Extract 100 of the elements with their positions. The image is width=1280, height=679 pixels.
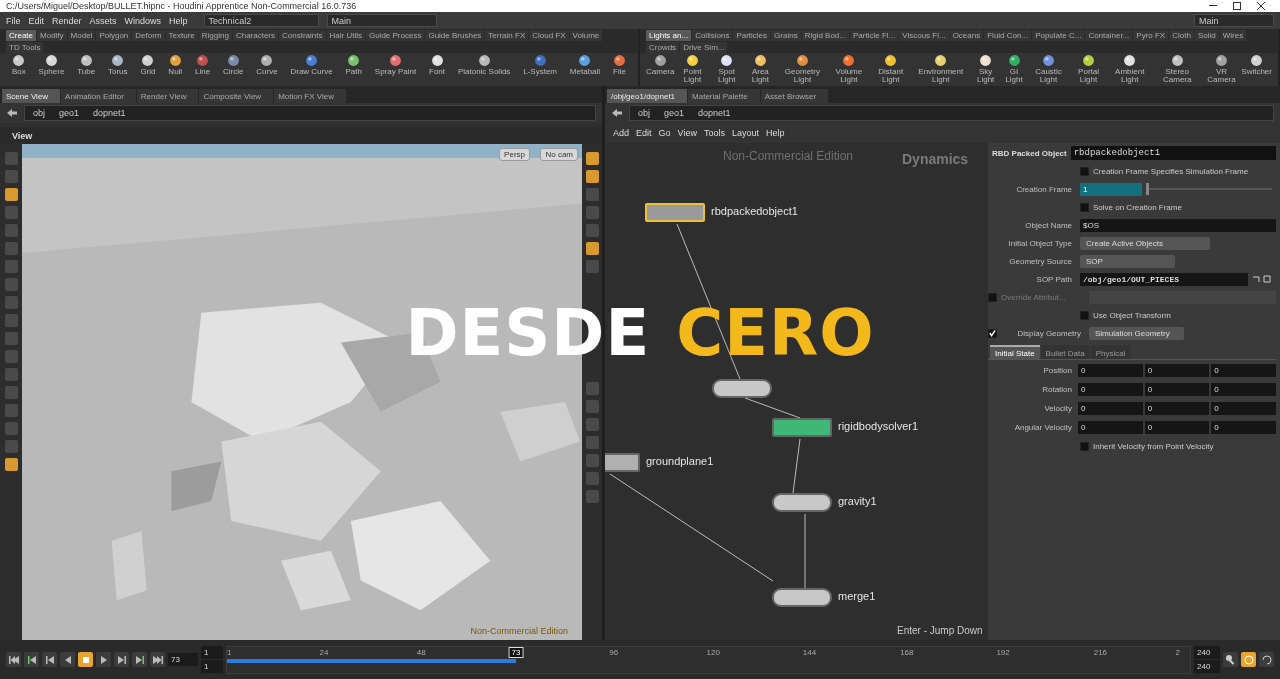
path-field[interactable]: obj geo1 dopnet1 — [629, 105, 1274, 121]
playback-button[interactable] — [150, 652, 165, 667]
shelf-tab[interactable]: Pyro FX — [1133, 30, 1169, 41]
param-tab[interactable]: Initial State — [990, 345, 1040, 359]
shelf-tab[interactable]: Drive Sim... — [680, 42, 728, 53]
number-field[interactable]: 0 — [1078, 383, 1143, 396]
shelf-tab[interactable]: Collisions — [692, 30, 733, 41]
playback-button[interactable] — [24, 652, 39, 667]
menu-item[interactable]: Render — [52, 15, 82, 26]
path-crumb[interactable]: dopnet1 — [698, 108, 731, 118]
playback-button[interactable] — [114, 652, 129, 667]
shelf-tab[interactable]: Volume — [569, 30, 603, 41]
end-frame-field[interactable]: 240 — [1194, 660, 1220, 673]
node-name-field[interactable]: rbdpackedobject1 — [1070, 146, 1276, 160]
shelf-tab[interactable]: Fluid Con... — [984, 30, 1032, 41]
frame-field[interactable]: 73 — [168, 653, 198, 666]
dropdown[interactable]: SOP — [1080, 254, 1175, 268]
shelf-tool[interactable]: Area Light — [743, 54, 777, 85]
menu-item[interactable]: File — [6, 15, 21, 26]
tool-button[interactable] — [4, 458, 18, 471]
tool-button[interactable] — [585, 152, 599, 165]
shelf-tab[interactable]: Guide Brushes — [425, 30, 485, 41]
number-field[interactable]: 0 — [1078, 421, 1143, 434]
shelf-tab[interactable]: Characters — [232, 30, 279, 41]
shelf-tool[interactable]: Sphere — [32, 54, 71, 85]
shelf-tool[interactable]: Spot Light — [710, 54, 743, 85]
node[interactable] — [712, 379, 772, 398]
path-crumb[interactable]: geo1 — [59, 108, 80, 118]
shelf-tab[interactable]: Cloth — [1169, 30, 1194, 41]
menu-item[interactable]: Add — [613, 128, 629, 138]
slider-thumb[interactable] — [1146, 183, 1149, 195]
number-field[interactable]: 0 — [1211, 402, 1276, 415]
shelf-tool[interactable]: Caustic Light — [1027, 54, 1070, 85]
node-picker-icon[interactable] — [1252, 274, 1272, 284]
back-arrow-icon[interactable] — [611, 108, 623, 118]
number-field[interactable]: 0 — [1211, 383, 1276, 396]
shelf-tool[interactable]: Circle — [217, 54, 250, 85]
shelf-tab[interactable]: Deform — [132, 30, 165, 41]
menu-item[interactable]: Tools — [703, 128, 725, 138]
shelf-tool[interactable]: Ambient Light — [1107, 54, 1152, 85]
shelf-tool[interactable]: Font — [423, 54, 451, 85]
shelf-tab[interactable]: Terrain FX — [485, 30, 529, 41]
back-arrow-icon[interactable] — [6, 108, 18, 118]
shelf-tool[interactable]: Point Light — [675, 54, 710, 85]
checkbox[interactable] — [988, 328, 997, 338]
camera-menu[interactable]: No cam — [540, 148, 578, 161]
pane-tab[interactable]: Material Palette — [688, 89, 760, 103]
shelf-tool[interactable]: Spray Paint — [368, 54, 423, 85]
menu-item[interactable]: Go — [658, 128, 671, 138]
tool-button[interactable] — [4, 188, 18, 201]
checkbox[interactable] — [1080, 166, 1089, 176]
path-crumb[interactable]: dopnet1 — [93, 108, 126, 118]
loop-button[interactable] — [1259, 652, 1274, 667]
path-field[interactable]: /obj/geo1/OUT_PIECES — [1080, 272, 1248, 286]
pane-tab[interactable]: Render View — [136, 89, 199, 103]
pane-dropdown[interactable]: Main — [326, 14, 437, 27]
menu-item[interactable]: Assets — [89, 15, 117, 26]
number-field[interactable]: 0 — [1144, 421, 1210, 434]
shelf-tool[interactable]: Metaball — [563, 54, 607, 85]
shelf-tool[interactable]: Box — [6, 54, 32, 85]
shelf-tool[interactable]: Geometry Light — [777, 54, 828, 85]
menu-item[interactable]: Layout — [731, 128, 759, 138]
playback-button[interactable] — [42, 652, 57, 667]
playback-button[interactable] — [132, 652, 147, 667]
pane-tab[interactable]: Composite View — [199, 89, 274, 103]
shelf-tab[interactable]: Hair Utils — [326, 30, 365, 41]
timeline-ruler[interactable]: 1 24 48 73 96 120 144 168 192 216 2 — [226, 645, 1191, 674]
playback-button[interactable] — [60, 652, 75, 667]
number-field[interactable]: 0 — [1078, 402, 1143, 415]
shelf-tool[interactable]: Environment Light — [911, 54, 970, 85]
shelf-tab[interactable]: Create — [6, 30, 36, 41]
dropdown[interactable]: Create Active Objects — [1080, 236, 1210, 250]
menu-item[interactable]: Help — [765, 128, 785, 138]
shelf-tab[interactable]: TD Tools — [6, 42, 44, 53]
shelf-tab[interactable]: Crowds — [646, 42, 680, 53]
shelf-tool[interactable]: Stereo Camera — [1152, 54, 1202, 85]
shelf-tab[interactable]: Rigging — [198, 30, 232, 41]
shelf-tool[interactable]: Volume Light — [828, 54, 870, 85]
pane-tab[interactable]: Scene View — [2, 89, 61, 103]
shelf-tab[interactable]: Constraints — [279, 30, 326, 41]
number-field[interactable]: 0 — [1211, 421, 1276, 434]
pane-tab[interactable]: Motion FX View — [274, 89, 346, 103]
shelf-tab[interactable]: Particles — [733, 30, 771, 41]
node[interactable] — [772, 588, 832, 607]
shelf-tab[interactable]: Cloud FX — [529, 30, 569, 41]
dropdown[interactable]: Simulation Geometry — [1089, 326, 1184, 340]
pane-dropdown[interactable]: Main — [1194, 14, 1274, 27]
shelf-tab[interactable]: Model — [67, 30, 96, 41]
playback-button[interactable] — [96, 652, 111, 667]
shelf-tab[interactable]: Solid — [1194, 30, 1219, 41]
camera-menu[interactable]: Persp — [499, 148, 530, 161]
shelf-tool[interactable]: Tube — [71, 54, 102, 85]
shelf-tool[interactable]: VR Camera — [1202, 54, 1241, 85]
shelf-tool[interactable]: Switcher — [1241, 54, 1272, 85]
shelf-tool[interactable]: Line — [189, 54, 217, 85]
shelf-tab[interactable]: Oceans — [949, 30, 984, 41]
shelf-tool[interactable]: Camera — [646, 54, 675, 85]
menu-item[interactable]: Help — [169, 15, 188, 26]
path-crumb[interactable]: obj — [638, 108, 650, 118]
checkbox[interactable] — [1080, 202, 1089, 212]
